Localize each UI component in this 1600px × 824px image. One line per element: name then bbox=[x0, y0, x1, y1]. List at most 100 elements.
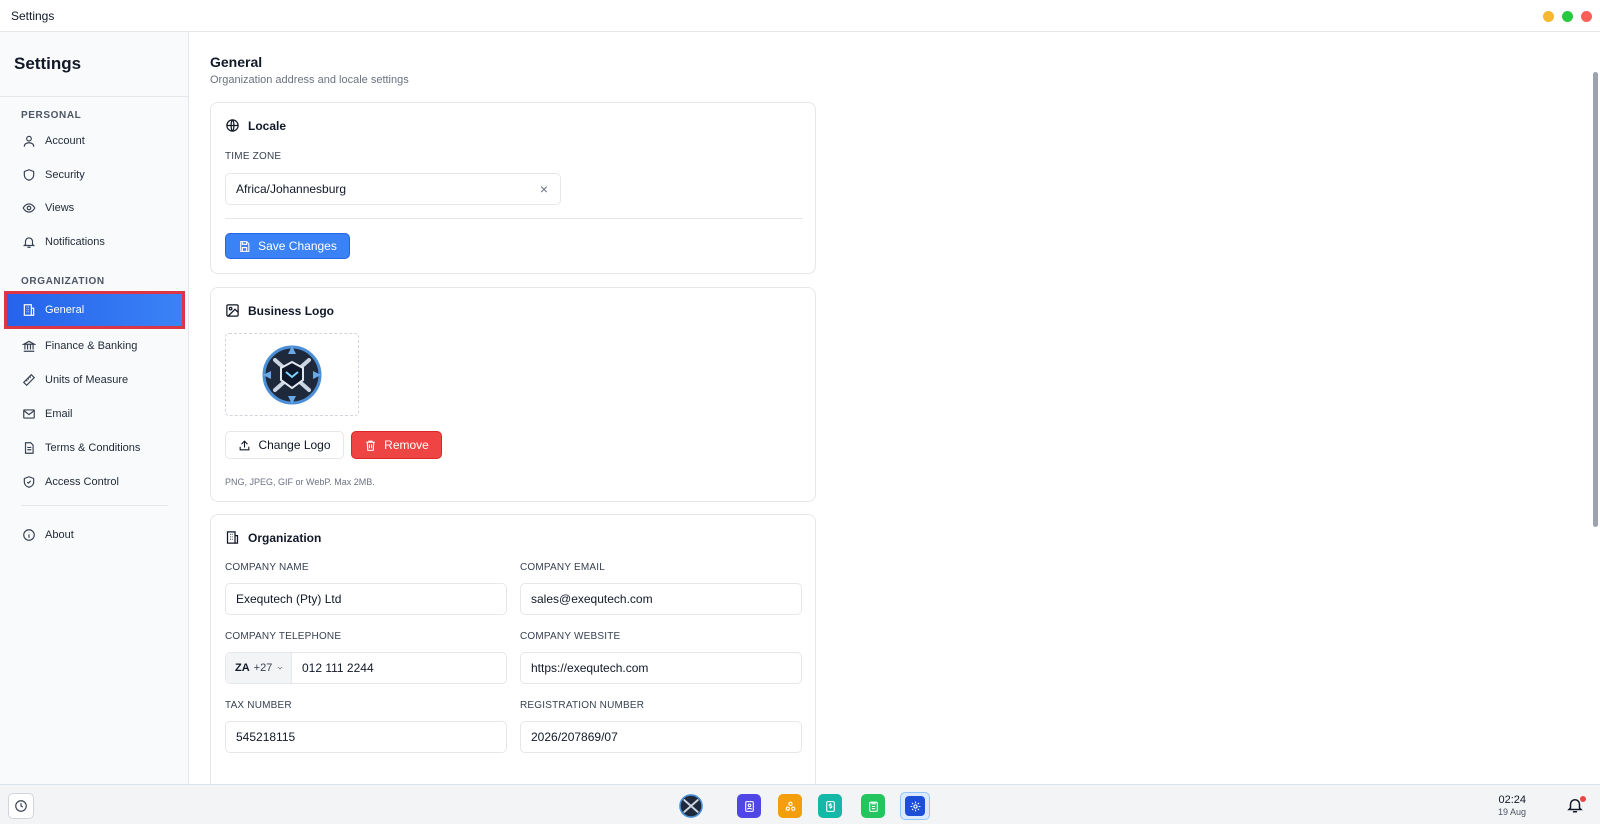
sidebar-item-finance-banking[interactable]: Finance & Banking bbox=[7, 330, 182, 362]
chevron-down-icon bbox=[278, 666, 283, 670]
sidebar-item-label: Views bbox=[45, 202, 75, 214]
registration-number-label: REGISTRATION NUMBER bbox=[520, 700, 645, 711]
upload-icon bbox=[240, 439, 250, 450]
notifications-button[interactable] bbox=[1566, 796, 1586, 816]
sidebar-item-label: Finance & Banking bbox=[45, 340, 138, 352]
title-bar: Settings bbox=[0, 0, 1600, 32]
sidebar-title: Settings bbox=[14, 54, 82, 73]
contacts-icon bbox=[744, 800, 754, 812]
locale-heading: Locale bbox=[248, 118, 287, 133]
clock-time: 02:24 bbox=[1498, 794, 1526, 806]
taskbar-app-settings[interactable] bbox=[900, 792, 930, 820]
sidebar-item-label: Security bbox=[45, 169, 85, 181]
tax-number-input[interactable]: 545218115 bbox=[225, 721, 507, 753]
logo-heading: Business Logo bbox=[248, 303, 335, 318]
sidebar-item-notifications[interactable]: Notifications bbox=[7, 226, 182, 258]
registration-number-value: 2026/207869/07 bbox=[531, 730, 618, 744]
page-subtitle: Organization address and locale settings bbox=[210, 74, 409, 86]
business-logo-image bbox=[262, 345, 322, 404]
clear-icon[interactable]: × bbox=[540, 181, 548, 197]
section-label-personal: PERSONAL bbox=[21, 110, 82, 121]
sidebar-item-access-control[interactable]: Access Control bbox=[7, 466, 182, 498]
info-icon bbox=[23, 529, 35, 541]
sidebar-item-email[interactable]: Email bbox=[7, 398, 182, 430]
locale-card-header: Locale bbox=[225, 118, 286, 133]
minimize-button[interactable] bbox=[1543, 11, 1554, 22]
timezone-select[interactable]: Africa/Johannesburg × bbox=[225, 173, 561, 205]
organization-card: Organization COMPANY NAME Exequtech (Pty… bbox=[210, 514, 816, 784]
sidebar-item-about[interactable]: About bbox=[7, 519, 182, 551]
sidebar-item-units-of-measure[interactable]: Units of Measure bbox=[7, 364, 182, 396]
main-content: General Organization address and locale … bbox=[190, 32, 1592, 784]
eye-icon bbox=[22, 203, 36, 213]
bell-icon bbox=[22, 237, 36, 248]
country-code: ZA bbox=[235, 662, 250, 674]
country-code-select[interactable]: ZA +27 bbox=[226, 653, 292, 683]
clipboard-icon bbox=[868, 801, 878, 812]
taskbar-app-contacts[interactable] bbox=[737, 794, 761, 818]
settings-window: Settings Settings PERSONAL Account Secur… bbox=[0, 0, 1600, 784]
dial-code: +27 bbox=[253, 662, 273, 674]
shield-icon bbox=[23, 169, 35, 181]
shield-check-icon bbox=[23, 476, 35, 488]
company-email-value: sales@exequtech.com bbox=[531, 592, 653, 606]
mail-icon bbox=[23, 409, 35, 419]
notification-dot bbox=[1580, 796, 1586, 802]
sidebar-item-label: Access Control bbox=[45, 476, 119, 488]
company-email-input[interactable]: sales@exequtech.com bbox=[520, 583, 802, 615]
window-controls bbox=[1543, 11, 1592, 22]
company-name-label: COMPANY NAME bbox=[225, 562, 309, 573]
tax-number-label: TAX NUMBER bbox=[225, 700, 292, 711]
page-title: General bbox=[210, 54, 263, 70]
taskbar-app-notes[interactable] bbox=[861, 794, 885, 818]
business-logo-icon bbox=[679, 794, 703, 818]
clock-icon bbox=[15, 800, 27, 812]
sidebar-divider bbox=[0, 96, 189, 97]
save-changes-button[interactable]: Save Changes bbox=[225, 233, 350, 259]
user-icon bbox=[23, 135, 35, 147]
taskbar-app-network[interactable] bbox=[778, 794, 802, 818]
sidebar-item-general[interactable]: General bbox=[4, 291, 185, 329]
close-button[interactable] bbox=[1581, 11, 1592, 22]
company-website-input[interactable]: https://exequtech.com bbox=[520, 652, 802, 684]
locale-card: Locale TIME ZONE Africa/Johannesburg × S… bbox=[210, 102, 816, 274]
sidebar-item-label: About bbox=[45, 529, 74, 541]
phone-number-input[interactable]: 012 111 2244 bbox=[302, 661, 374, 675]
sidebar-item-security[interactable]: Security bbox=[7, 159, 182, 191]
image-icon bbox=[226, 304, 239, 317]
remove-logo-button[interactable]: Remove bbox=[351, 431, 442, 459]
maximize-button[interactable] bbox=[1562, 11, 1573, 22]
logo-card-header: Business Logo bbox=[225, 303, 334, 318]
invoice-icon bbox=[825, 800, 835, 812]
scrollbar[interactable] bbox=[1592, 32, 1600, 784]
trash-icon bbox=[366, 440, 375, 451]
registration-number-input[interactable]: 2026/207869/07 bbox=[520, 721, 802, 753]
save-changes-label: Save Changes bbox=[258, 239, 337, 253]
sidebar-item-views[interactable]: Views bbox=[7, 192, 182, 224]
gear-icon bbox=[910, 801, 920, 811]
sidebar-item-label: Account bbox=[45, 135, 85, 147]
organization-heading: Organization bbox=[248, 530, 322, 545]
logo-hint: PNG, JPEG, GIF or WebP. Max 2MB. bbox=[225, 477, 375, 487]
change-logo-button[interactable]: Change Logo bbox=[225, 431, 344, 459]
logo-preview[interactable] bbox=[225, 333, 359, 416]
history-button[interactable] bbox=[8, 793, 34, 819]
taskbar-clock[interactable]: 02:24 19 Aug bbox=[1498, 794, 1526, 817]
tax-number-value: 545218115 bbox=[236, 730, 296, 744]
company-name-input[interactable]: Exequtech (Pty) Ltd bbox=[225, 583, 507, 615]
organization-card-header: Organization bbox=[225, 530, 321, 545]
sidebar-item-account[interactable]: Account bbox=[7, 125, 182, 157]
company-website-value: https://exequtech.com bbox=[531, 661, 649, 675]
taskbar-app-invoices[interactable] bbox=[818, 794, 842, 818]
company-telephone-field: ZA +27 012 111 2244 bbox=[225, 652, 507, 684]
save-icon bbox=[240, 240, 250, 252]
sidebar-item-terms-conditions[interactable]: Terms & Conditions bbox=[7, 432, 182, 464]
taskbar: 02:24 19 Aug bbox=[0, 784, 1600, 824]
locale-divider bbox=[225, 218, 803, 219]
building-icon bbox=[226, 531, 239, 544]
document-icon bbox=[24, 442, 34, 454]
taskbar-app-logo[interactable] bbox=[677, 792, 705, 820]
scrollbar-thumb[interactable] bbox=[1593, 72, 1598, 527]
globe-icon bbox=[226, 119, 239, 132]
sidebar-item-label: Terms & Conditions bbox=[45, 442, 141, 454]
